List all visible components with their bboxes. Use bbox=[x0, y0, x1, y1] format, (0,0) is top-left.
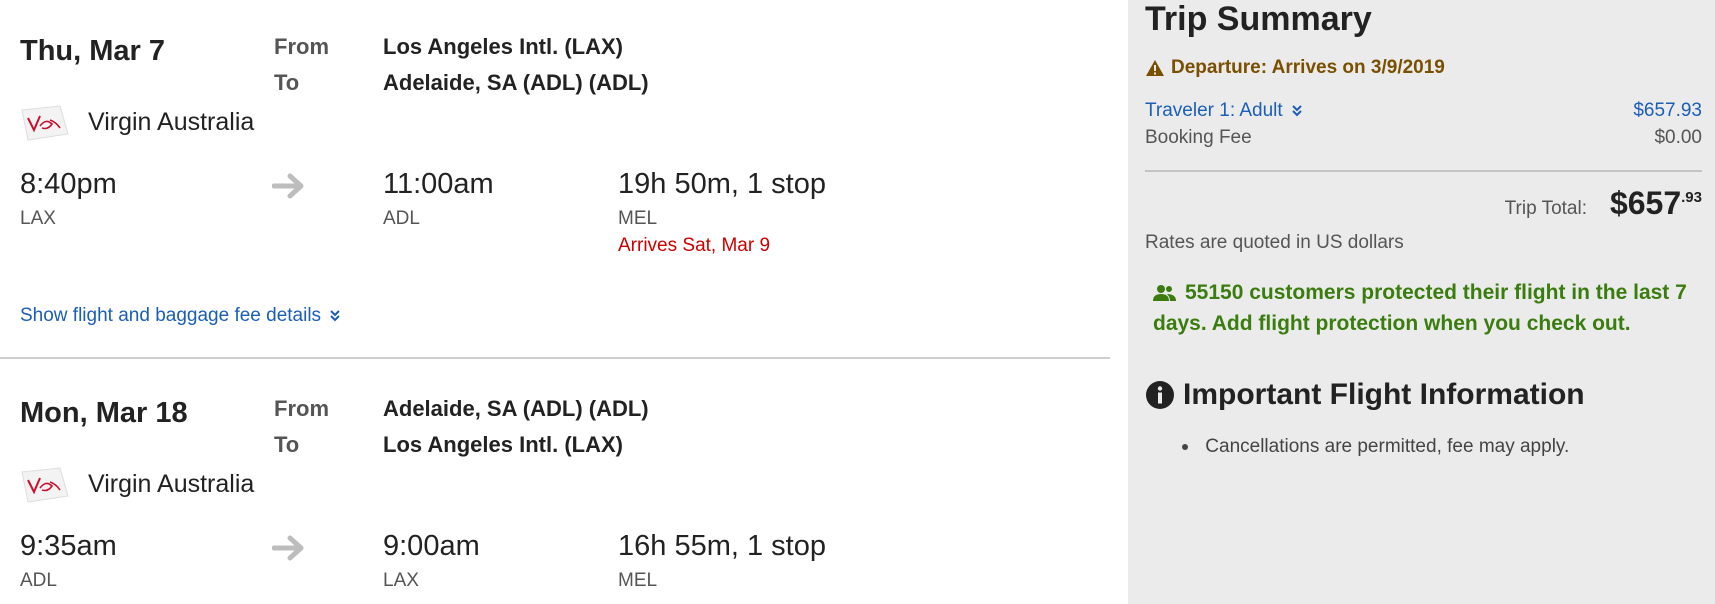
virgin-logo-icon bbox=[21, 105, 69, 141]
virgin-logo-icon bbox=[21, 467, 69, 503]
airline-name: Virgin Australia bbox=[88, 470, 255, 498]
users-icon bbox=[1153, 285, 1176, 301]
depart-time: 8:40pm bbox=[20, 168, 117, 200]
list-item: Cancellations are permitted, fee may app… bbox=[1182, 436, 1570, 458]
to-label: To bbox=[274, 70, 300, 95]
show-details-label: Show flight and baggage fee details bbox=[20, 305, 322, 326]
depart-code: ADL bbox=[20, 570, 57, 591]
info-circle-icon bbox=[1146, 381, 1174, 409]
chevron-double-down-icon bbox=[330, 310, 341, 322]
arrive-time: 9:00am bbox=[383, 530, 480, 562]
trip-summary-title: Trip Summary bbox=[1145, 0, 1372, 38]
flight-date: Mon, Mar 18 bbox=[20, 397, 188, 429]
flight-divider bbox=[0, 357, 1110, 359]
depart-code: LAX bbox=[20, 208, 56, 229]
flight-card-return: Mon, Mar 18 From To Adelaide, SA (ADL) (… bbox=[0, 360, 1110, 604]
from-airport: Los Angeles Intl. (LAX) bbox=[383, 34, 623, 59]
itinerary-panel: Thu, Mar 7 From To Los Angeles Intl. (LA… bbox=[0, 0, 1110, 604]
summary-divider bbox=[1145, 170, 1702, 172]
arrive-code: LAX bbox=[383, 570, 419, 591]
protection-message: 55150 customers protected their flight i… bbox=[1153, 277, 1703, 339]
trip-total-dollars: $657 bbox=[1609, 185, 1682, 221]
arrives-note: Arrives Sat, Mar 9 bbox=[618, 235, 771, 256]
important-info-list: Cancellations are permitted, fee may app… bbox=[1182, 436, 1570, 458]
important-info-title: Important Flight Information bbox=[1183, 378, 1585, 411]
departure-warning-text: Departure: Arrives on 3/9/2019 bbox=[1171, 57, 1445, 78]
from-label: From bbox=[274, 34, 329, 59]
rates-note: Rates are quoted in US dollars bbox=[1145, 232, 1404, 253]
arrow-right-icon bbox=[272, 173, 304, 199]
traveler-amount: $657.93 bbox=[1633, 100, 1702, 121]
flight-date: Thu, Mar 7 bbox=[20, 35, 166, 67]
trip-summary-panel: Trip Summary Departure: Arrives on 3/9/2… bbox=[1128, 0, 1715, 604]
important-info-heading: Important Flight Information bbox=[1145, 378, 1585, 412]
traveler-toggle[interactable]: Traveler 1: Adult bbox=[1145, 100, 1302, 122]
stop-code: MEL bbox=[618, 208, 658, 229]
important-info-item: Cancellations are permitted, fee may app… bbox=[1205, 436, 1570, 457]
arrive-code: ADL bbox=[383, 208, 420, 229]
arrow-right-icon bbox=[272, 535, 304, 561]
protection-text: 55150 customers protected their flight i… bbox=[1153, 281, 1687, 335]
stop-code: MEL bbox=[618, 570, 658, 591]
show-details-link[interactable]: Show flight and baggage fee details bbox=[20, 305, 341, 327]
airline-name: Virgin Australia bbox=[88, 108, 255, 136]
chevron-double-down-icon bbox=[1292, 105, 1302, 117]
arrive-time: 11:00am bbox=[383, 168, 494, 200]
departure-warning: Departure: Arrives on 3/9/2019 bbox=[1145, 57, 1445, 79]
booking-fee-label: Booking Fee bbox=[1145, 127, 1252, 148]
to-label: To bbox=[274, 432, 300, 457]
from-airport: Adelaide, SA (ADL) (ADL) bbox=[383, 396, 649, 421]
warning-triangle-icon bbox=[1146, 60, 1164, 76]
trip-total-cents: .93 bbox=[1681, 189, 1702, 206]
trip-total-label: Trip Total: bbox=[1504, 198, 1587, 219]
trip-total-amount: $657.93 bbox=[1610, 185, 1702, 222]
flight-duration: 16h 55m, 1 stop bbox=[618, 530, 826, 562]
from-label: From bbox=[274, 396, 329, 421]
depart-time: 9:35am bbox=[20, 530, 117, 562]
traveler-label: Traveler 1: Adult bbox=[1145, 100, 1283, 121]
flight-duration: 19h 50m, 1 stop bbox=[618, 168, 826, 200]
booking-fee-amount: $0.00 bbox=[1654, 127, 1702, 148]
bullet-icon bbox=[1182, 443, 1188, 450]
to-airport: Los Angeles Intl. (LAX) bbox=[383, 432, 623, 457]
flight-card-outbound: Thu, Mar 7 From To Los Angeles Intl. (LA… bbox=[0, 0, 1110, 358]
to-airport: Adelaide, SA (ADL) (ADL) bbox=[383, 70, 649, 95]
